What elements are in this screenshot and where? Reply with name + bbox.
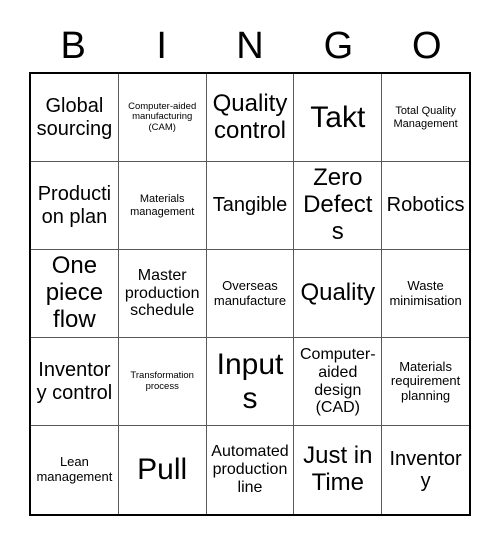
bingo-cell-label: Lean management (36, 454, 113, 484)
bingo-cell[interactable]: Robotics (382, 162, 469, 249)
header-letter-i: I (156, 25, 167, 67)
bingo-cell[interactable]: Waste minimisation (382, 250, 469, 337)
bingo-cell-label: Tangible (212, 194, 288, 217)
bingo-cell-label: Total Quality Management (393, 105, 458, 130)
bingo-cell-label: Quality (300, 279, 376, 307)
bingo-cell[interactable]: Takt (294, 74, 383, 161)
bingo-cell-label: Inputs (216, 347, 284, 415)
header-letter-o: O (412, 25, 442, 67)
bingo-cell[interactable]: Computer-aided design (CAD) (294, 338, 383, 425)
bingo-cell[interactable]: Global sourcing (31, 74, 119, 161)
bingo-cell[interactable]: Production plan (31, 162, 119, 249)
bingo-row: Global sourcing Computer-aided manufactur… (31, 74, 469, 162)
bingo-cell[interactable]: Quality (294, 250, 383, 337)
bingo-cell-label: Computer-aided design (CAD) (300, 345, 376, 417)
bingo-cell-label: Takt (310, 100, 366, 134)
bingo-row: Lean management Pull Automated production … (31, 426, 469, 514)
bingo-cell-label: Robotics (386, 194, 465, 217)
bingo-cell[interactable]: Tangible (206, 162, 295, 249)
bingo-cell-label: Just in Time (303, 442, 373, 496)
bingo-cell[interactable]: Overseas manufacture (206, 250, 295, 337)
bingo-cell-label: Quality control (212, 89, 288, 144)
bingo-cell[interactable]: Pull (118, 426, 207, 514)
bingo-row: Production plan Materials management Tangi… (31, 162, 469, 250)
bingo-cell-label: Transformation process (130, 369, 194, 392)
bingo-cell-label: Overseas manufacture (213, 277, 287, 308)
bingo-cell-label: Inventory control (36, 359, 113, 404)
bingo-cell[interactable]: Inputs (206, 338, 295, 425)
bingo-cell-label: Materials requirement planning (390, 358, 461, 403)
bingo-cell[interactable]: Transformation process (118, 338, 207, 425)
bingo-cell-label: Inventory (389, 447, 462, 492)
bingo-cell-label: Zero Defects (303, 164, 373, 245)
bingo-cell[interactable]: Inventory control (31, 338, 119, 425)
bingo-cell-label: Pull (137, 453, 188, 487)
header-letter-n: N (236, 25, 264, 67)
bingo-cell[interactable]: Just in Time (294, 426, 383, 514)
bingo-cell[interactable]: Lean management (31, 426, 119, 514)
bingo-card: B I N G O Global sourcing Computer-aided … (29, 20, 471, 516)
bingo-cell[interactable]: Zero Defects (294, 162, 383, 249)
bingo-cell[interactable]: Master production schedule (118, 250, 207, 337)
bingo-cell[interactable]: Materials management (118, 162, 207, 249)
bingo-cell[interactable]: Total Quality Management (382, 74, 469, 161)
bingo-row: One piece flow Master production schedule… (31, 250, 469, 338)
bingo-cell[interactable]: Materials requirement planning (382, 338, 469, 425)
bingo-cell-label: Production plan (37, 183, 112, 228)
bingo-cell-label: Automated production line (211, 443, 289, 496)
header-letter-g: G (323, 25, 354, 67)
bingo-cell[interactable]: Computer-aided manufacturing (CAM) (118, 74, 207, 161)
header-letter-b: B (60, 25, 86, 67)
bingo-cell[interactable]: Inventory (382, 426, 469, 514)
bingo-cell[interactable]: Automated production line (206, 426, 295, 514)
bingo-cell-label: Materials management (130, 193, 195, 218)
bingo-grid: Global sourcing Computer-aided manufactur… (29, 72, 471, 516)
bingo-cell-label: One piece flow (45, 252, 104, 333)
bingo-cell[interactable]: Quality control (206, 74, 295, 161)
bingo-cell-label: Waste minimisation (389, 277, 462, 308)
bingo-row: Inventory control Transformation process I… (31, 338, 469, 426)
bingo-cell-label: Computer-aided manufacturing (CAM) (128, 100, 197, 133)
bingo-header: B I N G O (29, 20, 471, 72)
bingo-cell[interactable]: One piece flow (31, 250, 119, 337)
bingo-cell-label: Master production schedule (124, 266, 200, 320)
bingo-cell-label: Global sourcing (36, 95, 113, 140)
